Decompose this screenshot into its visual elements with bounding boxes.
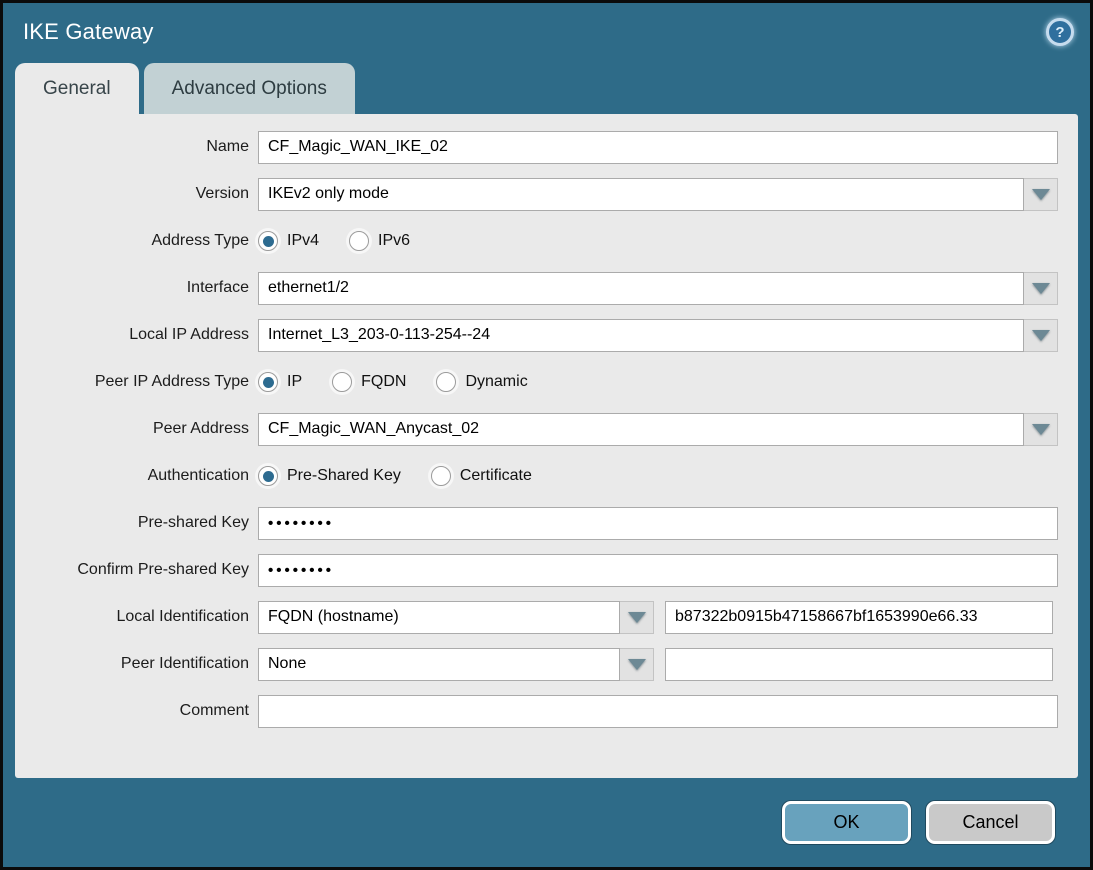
tabstrip: General Advanced Options [3, 61, 1090, 114]
form-row-confirm-pre-shared-key: Confirm Pre-shared Key [15, 553, 1078, 587]
peer-identification-type-select[interactable] [258, 648, 620, 681]
form-row-comment: Comment [15, 694, 1078, 728]
radio-pre-shared-key-label: Pre-Shared Key [287, 467, 401, 485]
tab-advanced-options-label: Advanced Options [172, 78, 327, 100]
peer-ip-address-type-radio-group: IP FQDN Dynamic [258, 372, 558, 392]
ok-button[interactable]: OK [782, 801, 911, 844]
version-label: Version [15, 185, 258, 203]
peer-address-dropdown-button[interactable] [1024, 413, 1058, 446]
peer-address-select[interactable] [258, 413, 1024, 446]
tab-general-label: General [43, 78, 111, 100]
pre-shared-key-input[interactable] [258, 507, 1058, 540]
dialog-footer: OK Cancel [3, 778, 1090, 867]
radio-option-ip[interactable]: IP [258, 372, 302, 392]
comment-input[interactable] [258, 695, 1058, 728]
interface-dropdown-button[interactable] [1024, 272, 1058, 305]
radio-fqdn-label: FQDN [361, 373, 406, 391]
titlebar: IKE Gateway ? [3, 3, 1090, 61]
radio-ip-label: IP [287, 373, 302, 391]
peer-identification-dropdown-button[interactable] [620, 648, 654, 681]
chevron-down-icon [1032, 424, 1050, 435]
address-type-label: Address Type [15, 232, 258, 250]
radio-dynamic-icon [436, 372, 456, 392]
name-label: Name [15, 138, 258, 156]
peer-address-label: Peer Address [15, 420, 258, 438]
radio-certificate-label: Certificate [460, 467, 532, 485]
chevron-down-icon [628, 659, 646, 670]
chevron-down-icon [1032, 189, 1050, 200]
confirm-pre-shared-key-label: Confirm Pre-shared Key [15, 561, 258, 579]
peer-identification-label: Peer Identification [15, 655, 258, 673]
form-row-peer-address: Peer Address [15, 412, 1078, 446]
radio-ipv6-label: IPv6 [378, 232, 410, 250]
radio-option-certificate[interactable]: Certificate [431, 466, 532, 486]
peer-identification-value-input[interactable] [665, 648, 1053, 681]
local-identification-type-select[interactable] [258, 601, 620, 634]
radio-dynamic-label: Dynamic [465, 373, 527, 391]
help-icon[interactable]: ? [1046, 18, 1074, 46]
cancel-button[interactable]: Cancel [926, 801, 1055, 844]
ike-gateway-dialog: IKE Gateway ? General Advanced Options N… [0, 0, 1093, 870]
radio-ip-icon [258, 372, 278, 392]
form-row-pre-shared-key: Pre-shared Key [15, 506, 1078, 540]
peer-ip-address-type-label: Peer IP Address Type [15, 373, 258, 391]
comment-label: Comment [15, 702, 258, 720]
radio-pre-shared-key-icon [258, 466, 278, 486]
form-row-local-ip-address: Local IP Address [15, 318, 1078, 352]
address-type-radio-group: IPv4 IPv6 [258, 231, 440, 251]
authentication-radio-group: Pre-Shared Key Certificate [258, 466, 562, 486]
form-row-address-type: Address Type IPv4 IPv6 [15, 224, 1078, 258]
local-ip-address-select[interactable] [258, 319, 1024, 352]
tab-advanced-options[interactable]: Advanced Options [144, 63, 355, 114]
radio-option-ipv6[interactable]: IPv6 [349, 231, 410, 251]
local-identification-label: Local Identification [15, 608, 258, 626]
local-identification-dropdown-button[interactable] [620, 601, 654, 634]
form-row-name: Name [15, 130, 1078, 164]
interface-select[interactable] [258, 272, 1024, 305]
radio-option-pre-shared-key[interactable]: Pre-Shared Key [258, 466, 401, 486]
general-tab-panel: Name Version Address Type IPv4 [15, 114, 1078, 778]
form-row-authentication: Authentication Pre-Shared Key Certificat… [15, 459, 1078, 493]
chevron-down-icon [1032, 330, 1050, 341]
form-row-version: Version [15, 177, 1078, 211]
radio-certificate-icon [431, 466, 451, 486]
radio-ipv4-icon [258, 231, 278, 251]
authentication-label: Authentication [15, 467, 258, 485]
form-row-peer-ip-address-type: Peer IP Address Type IP FQDN Dynamic [15, 365, 1078, 399]
pre-shared-key-label: Pre-shared Key [15, 514, 258, 532]
radio-ipv4-label: IPv4 [287, 232, 319, 250]
name-input[interactable] [258, 131, 1058, 164]
radio-fqdn-icon [332, 372, 352, 392]
local-identification-value-input[interactable] [665, 601, 1053, 634]
radio-option-ipv4[interactable]: IPv4 [258, 231, 319, 251]
interface-label: Interface [15, 279, 258, 297]
local-ip-address-dropdown-button[interactable] [1024, 319, 1058, 352]
radio-option-fqdn[interactable]: FQDN [332, 372, 406, 392]
dialog-title: IKE Gateway [23, 19, 154, 45]
form-row-local-identification: Local Identification [15, 600, 1078, 634]
version-select[interactable] [258, 178, 1024, 211]
radio-ipv6-icon [349, 231, 369, 251]
chevron-down-icon [628, 612, 646, 623]
chevron-down-icon [1032, 283, 1050, 294]
form-row-peer-identification: Peer Identification [15, 647, 1078, 681]
radio-option-dynamic[interactable]: Dynamic [436, 372, 527, 392]
version-dropdown-button[interactable] [1024, 178, 1058, 211]
form-row-interface: Interface [15, 271, 1078, 305]
confirm-pre-shared-key-input[interactable] [258, 554, 1058, 587]
local-ip-address-label: Local IP Address [15, 326, 258, 344]
tab-general[interactable]: General [15, 63, 139, 114]
